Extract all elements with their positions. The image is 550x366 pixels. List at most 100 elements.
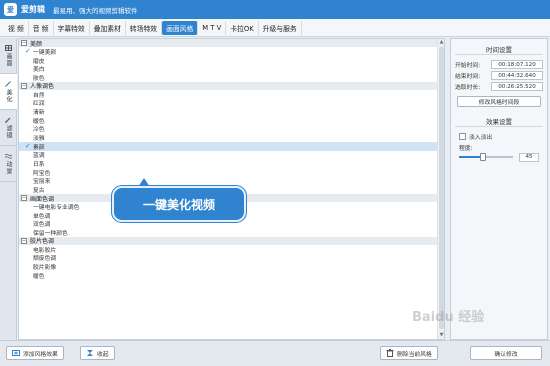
effect-item-label: 颓废色调: [33, 256, 57, 263]
effect-settings-title: 效果设置: [455, 115, 543, 127]
tab-1[interactable]: 音 频: [29, 20, 54, 35]
effect-group-header[interactable]: − 胶片色调: [19, 236, 438, 245]
start-time-row: 开始时间: 00:18:07.120: [451, 59, 547, 70]
side-tab-2[interactable]: 滤镜: [0, 110, 17, 146]
add-effect-label: 添加风格效果: [23, 351, 58, 358]
magic-wand-icon: [5, 80, 12, 87]
effect-item[interactable]: 淡雅: [19, 133, 438, 142]
effect-item[interactable]: 电影胶片: [19, 245, 438, 254]
tab-6[interactable]: M T V: [198, 20, 227, 35]
effect-item-label: 自然: [33, 92, 45, 99]
delete-effect-label: 删除当前风格: [397, 351, 432, 358]
trash-icon: [386, 349, 394, 357]
degree-label: 程度:: [459, 145, 473, 152]
tab-4[interactable]: 转场特效: [126, 20, 163, 35]
effect-item-label: 暖色: [33, 118, 45, 125]
scroll-thumb[interactable]: [439, 47, 444, 329]
collapse-toggle-icon[interactable]: −: [21, 195, 27, 201]
effect-item[interactable]: 蓝调: [19, 151, 438, 160]
wave-icon: [4, 153, 13, 159]
bottom-bar: 添加风格效果 收起 删除当前风格 确认修改: [0, 340, 550, 366]
collapse-toggle-icon[interactable]: −: [21, 40, 27, 46]
tab-0[interactable]: 视 频: [4, 20, 29, 35]
effect-item-label: 淡雅: [33, 136, 45, 143]
effect-item-label: 保留一种颜色: [33, 230, 68, 237]
check-icon: ✓: [25, 47, 31, 55]
confirm-button[interactable]: 确认修改: [470, 346, 542, 360]
grid-icon: [5, 44, 12, 51]
effect-item[interactable]: 保留一种颜色: [19, 228, 438, 237]
check-icon: ✓: [25, 141, 31, 150]
effect-item[interactable]: 暖色: [19, 116, 438, 125]
effect-item[interactable]: 日系: [19, 159, 438, 168]
start-time-label: 开始时间:: [455, 63, 481, 69]
watermark: Baidu 经验: [412, 310, 485, 325]
brush-icon: [5, 117, 12, 123]
time-settings-title: 时间设置: [455, 43, 543, 55]
side-tab-3[interactable]: 动景: [0, 146, 17, 182]
effect-item[interactable]: ✓ 一键美颜: [19, 47, 438, 56]
fade-checkbox[interactable]: [459, 133, 466, 140]
add-effect-button[interactable]: 添加风格效果: [6, 346, 64, 360]
effect-item[interactable]: 阿宝色: [19, 168, 438, 177]
effect-item[interactable]: 清新: [19, 107, 438, 116]
effect-item-label: 胶片影像: [33, 264, 57, 271]
scroll-up-icon[interactable]: ▲: [438, 39, 444, 46]
collapse-label: 收起: [97, 351, 109, 358]
effect-item[interactable]: 颓废色调: [19, 253, 438, 262]
effect-item-label: 复古: [33, 188, 45, 195]
delete-effect-button[interactable]: 删除当前风格: [380, 346, 438, 360]
effect-item-label: 一键电影专业调色: [33, 204, 80, 211]
end-time-field[interactable]: 00:44:32.640: [491, 71, 543, 80]
tab-3[interactable]: 叠加素材: [90, 20, 126, 35]
side-tab-1[interactable]: 美化: [0, 74, 17, 110]
tab-8[interactable]: 升级与服务: [259, 20, 302, 35]
effect-item-label: 日系: [33, 162, 45, 169]
effect-item-label: 单色调: [33, 213, 51, 220]
effect-item-label: 磨皮: [33, 58, 45, 65]
effect-item[interactable]: 肤色: [19, 73, 438, 82]
side-tab-0[interactable]: 画面: [0, 38, 17, 74]
effect-item-label: 宝丽来: [33, 179, 51, 186]
effect-item-label: 电影胶片: [33, 247, 57, 254]
effect-group: − 人像调色自然 红润 清新暖色冷色淡雅 ✓ 素颜蓝调日系 阿宝色宝丽来复古: [19, 81, 438, 195]
effect-item[interactable]: ✓ 素颜: [19, 141, 438, 151]
effect-group-header[interactable]: − 人像调色: [19, 81, 438, 90]
degree-slider[interactable]: [459, 153, 513, 161]
tab-5[interactable]: 画面风格: [162, 20, 199, 35]
duration-row: 选取时长: 00:26:25.520: [451, 81, 547, 92]
effect-item-label: 美白: [33, 67, 45, 74]
title-bar: 爱 爱剪辑 最易用、强大的视频剪辑软件: [0, 0, 550, 19]
effect-item[interactable]: 冷色: [19, 125, 438, 134]
effect-item[interactable]: 红润: [19, 98, 438, 107]
effect-item[interactable]: 胶片影像: [19, 262, 438, 271]
effect-item[interactable]: 宝丽来: [19, 177, 438, 186]
degree-slider-thumb[interactable]: [480, 153, 487, 161]
main-tab-bar: 视 频音 频字幕特效 叠加素材 转场特效 画面风格 M T V 卡拉OK 升级与服务: [0, 19, 550, 37]
scroll-down-icon[interactable]: ▼: [438, 332, 444, 339]
tab-2[interactable]: 字幕特效: [54, 20, 90, 35]
list-scrollbar[interactable]: ▲ ▼: [437, 39, 444, 339]
effect-item[interactable]: 自然: [19, 90, 438, 99]
effect-item-label: 蓝调: [33, 153, 45, 160]
tab-7[interactable]: 卡拉OK: [226, 20, 259, 35]
effect-group-header[interactable]: − 美颜: [19, 39, 438, 48]
side-tab-label: 动景: [5, 160, 12, 175]
modify-time-button[interactable]: 修改风格时间段: [457, 96, 541, 107]
callout-bubble: 一键美化视频: [112, 186, 246, 222]
start-time-field[interactable]: 00:18:07.120: [491, 60, 543, 69]
degree-value[interactable]: 45: [519, 152, 539, 162]
effect-item[interactable]: 磨皮: [19, 56, 438, 65]
side-tab-label: 滤镜: [5, 124, 12, 139]
collapse-toggle-icon[interactable]: −: [21, 82, 27, 89]
effect-item-label: 素颜: [33, 144, 45, 151]
degree-row: 程度:: [451, 142, 547, 152]
effect-item-label: 冷色: [33, 127, 45, 134]
collapse-toggle-icon[interactable]: −: [21, 237, 27, 244]
effect-item[interactable]: 暖色: [19, 271, 438, 280]
app-slogan: 最易用、强大的视频剪辑软件: [53, 6, 138, 15]
end-time-label: 结束时间:: [455, 74, 481, 80]
effect-item[interactable]: 美白: [19, 64, 438, 73]
settings-panel: 时间设置 开始时间: 00:18:07.120 结束时间: 00:44:32.6…: [450, 38, 548, 340]
collapse-button[interactable]: 收起: [80, 346, 115, 360]
